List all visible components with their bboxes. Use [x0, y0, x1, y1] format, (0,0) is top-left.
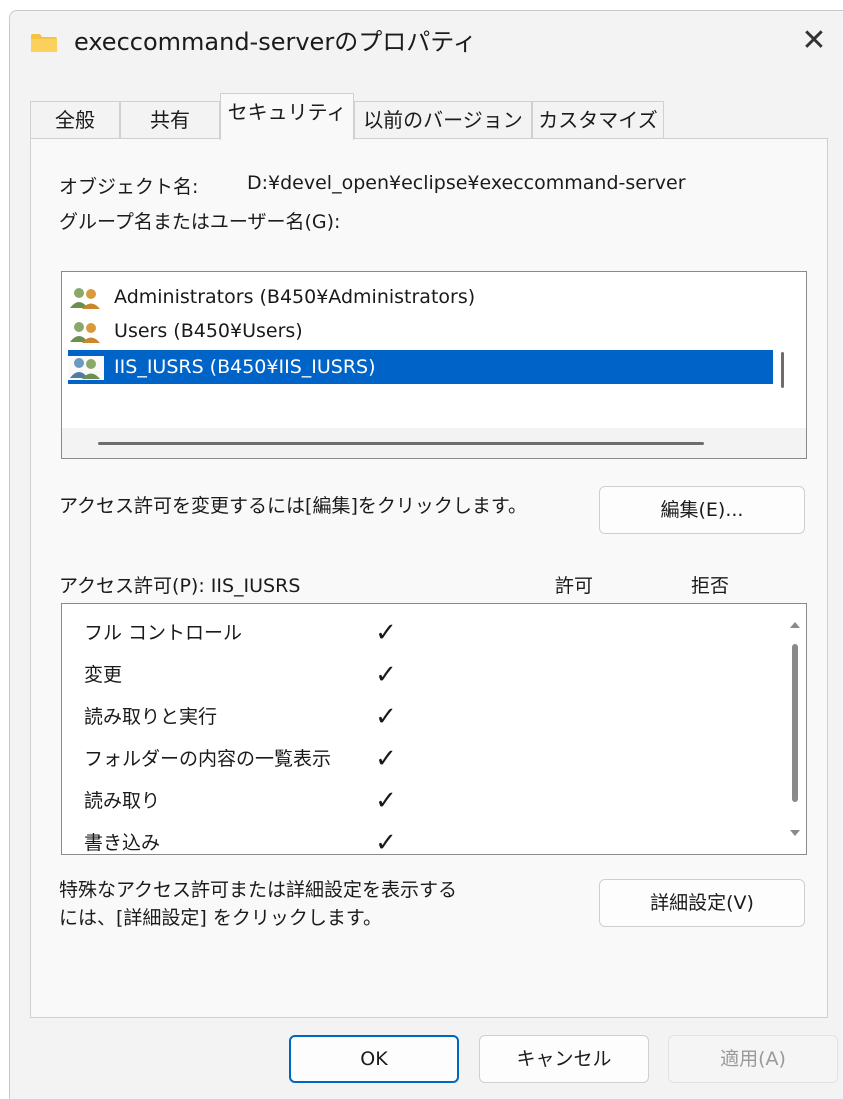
allow-check-icon: ✓	[375, 828, 397, 855]
tab-previous-versions[interactable]: 以前のバージョン	[354, 101, 532, 139]
user-name: Administrators (B450¥Administrators)	[114, 286, 476, 308]
tab-security[interactable]: セキュリティ	[220, 93, 354, 140]
list-item-iis-iusrs[interactable]: IIS_IUSRS (B450¥IIS_IUSRS)	[68, 350, 773, 384]
window-title: execcommand-serverのプロパティ	[74, 28, 477, 56]
close-button[interactable]: ✕	[784, 11, 843, 71]
horizontal-scrollbar[interactable]	[62, 428, 806, 458]
users-group-icon	[70, 321, 100, 343]
list-item-administrators[interactable]: Administrators (B450¥Administrators)	[68, 280, 479, 314]
vertical-scrollbar-thumb[interactable]	[781, 352, 784, 388]
advanced-hint-line1: 特殊なアクセス許可または詳細設定を表示する	[59, 879, 458, 901]
permission-name: 読み取りと実行	[84, 706, 218, 728]
user-list[interactable]: Administrators (B450¥Administrators) Use…	[61, 271, 807, 459]
list-item-users[interactable]: Users (B450¥Users)	[68, 314, 307, 348]
apply-button[interactable]: 適用(A)	[668, 1035, 838, 1083]
allow-check-icon: ✓	[375, 786, 397, 816]
allow-column-header: 許可	[555, 575, 594, 597]
allow-check-icon: ✓	[375, 618, 397, 648]
deny-column-header: 拒否	[691, 575, 730, 597]
tab-general[interactable]: 全般	[30, 101, 120, 139]
permission-row: 書き込み ✓	[62, 822, 806, 855]
allow-check-icon: ✓	[375, 744, 397, 774]
allow-check-icon: ✓	[375, 702, 397, 732]
permission-row: 読み取り ✓	[62, 780, 806, 822]
users-group-icon	[70, 287, 100, 309]
permission-row: フル コントロール ✓	[62, 612, 806, 654]
object-name-value: D:¥devel_open¥eclipse¥execcommand-server	[247, 172, 686, 194]
permission-name: 読み取り	[84, 790, 161, 812]
allow-check-icon: ✓	[375, 660, 397, 690]
advanced-hint-line2: には、[詳細設定] をクリックします。	[59, 907, 382, 929]
permissions-list: フル コントロール ✓ 変更 ✓ 読み取りと実行 ✓ フォルダーの内容の一覧表示…	[61, 603, 807, 855]
users-group-icon	[68, 355, 104, 380]
edit-button[interactable]: 編集(E)...	[599, 486, 805, 534]
permissions-label: アクセス許可(P): IIS_IUSRS	[59, 575, 301, 597]
horizontal-scrollbar-thumb[interactable]	[98, 442, 704, 445]
permission-name: フル コントロール	[84, 622, 243, 644]
user-name: Users (B450¥Users)	[114, 320, 303, 342]
permission-row: フォルダーの内容の一覧表示 ✓	[62, 738, 806, 780]
object-name-label: オブジェクト名:	[59, 176, 199, 198]
close-icon: ✕	[801, 23, 827, 58]
permission-row: 変更 ✓	[62, 654, 806, 696]
vertical-scrollbar[interactable]	[788, 614, 802, 846]
advanced-button[interactable]: 詳細設定(V)	[599, 879, 805, 927]
title-bar[interactable]: execcommand-serverのプロパティ ✕	[10, 11, 843, 73]
permission-name: フォルダーの内容の一覧表示	[84, 748, 332, 770]
tab-strip: 全般 共有 セキュリティ 以前のバージョン カスタマイズ	[30, 93, 830, 140]
permission-name: 書き込み	[84, 832, 161, 854]
properties-dialog: execcommand-serverのプロパティ ✕ 全般 共有 セキュリティ …	[9, 10, 843, 1099]
user-name: IIS_IUSRS (B450¥IIS_IUSRS)	[110, 350, 380, 384]
security-panel: オブジェクト名: D:¥devel_open¥eclipse¥execcomma…	[30, 138, 828, 1018]
folder-icon	[31, 34, 57, 52]
ok-button[interactable]: OK	[289, 1035, 459, 1083]
tab-customize[interactable]: カスタマイズ	[532, 101, 664, 139]
permission-name: 変更	[84, 664, 123, 686]
group-or-user-label: グループ名またはユーザー名(G):	[59, 211, 341, 233]
edit-hint-text: アクセス許可を変更するには[編集]をクリックします。	[59, 495, 527, 517]
permission-row: 読み取りと実行 ✓	[62, 696, 806, 738]
tab-sharing[interactable]: 共有	[120, 101, 220, 139]
cancel-button[interactable]: キャンセル	[479, 1035, 649, 1083]
